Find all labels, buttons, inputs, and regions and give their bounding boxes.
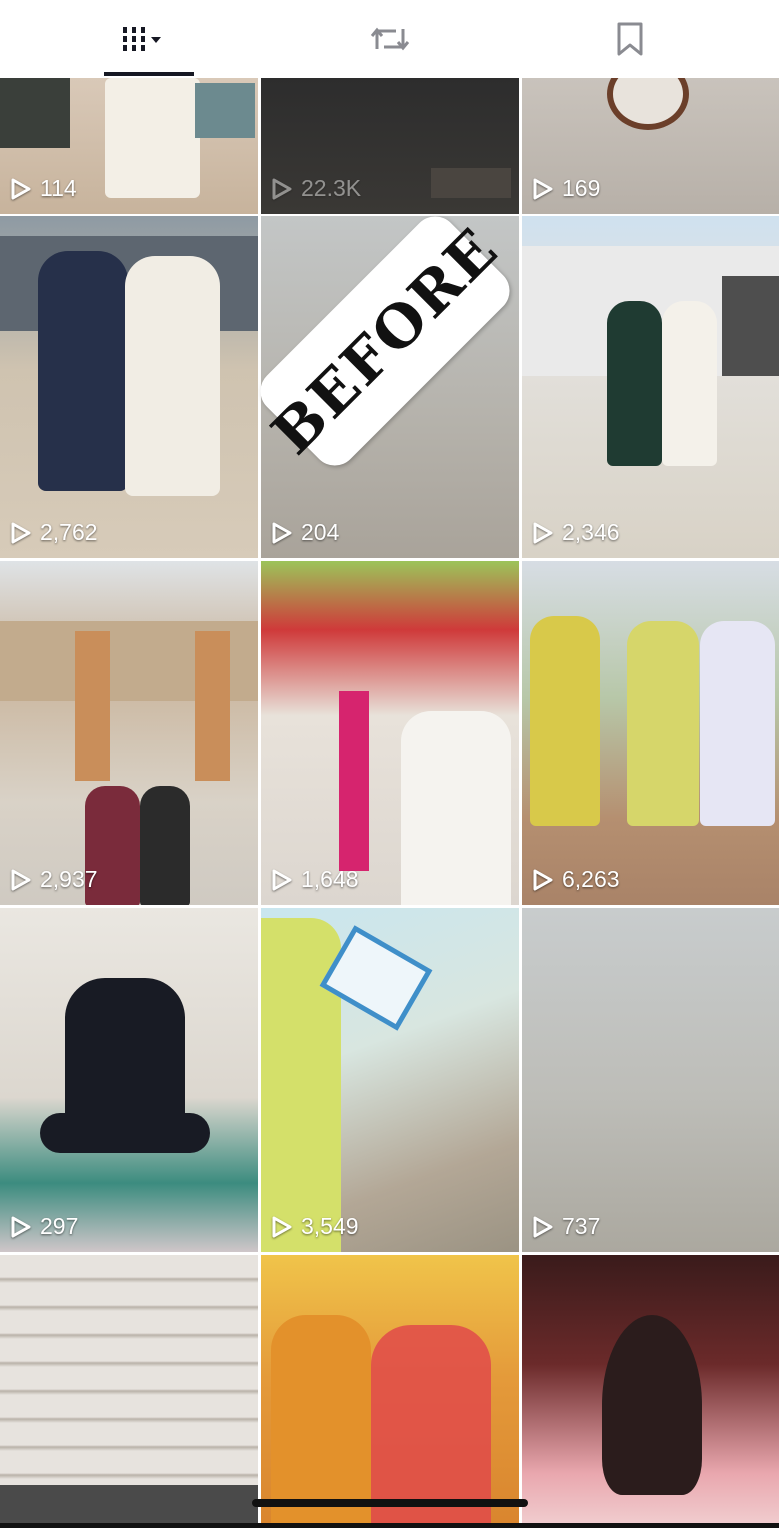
play-icon	[533, 178, 553, 199]
view-count: 114	[10, 175, 77, 202]
video-thumbnail[interactable]: 737	[522, 908, 779, 1252]
view-count: 6,263	[532, 866, 620, 893]
view-count: 737	[532, 1213, 600, 1240]
play-icon	[272, 869, 292, 890]
home-indicator[interactable]	[252, 1499, 528, 1507]
video-thumbnail[interactable]: 1,648	[261, 561, 519, 905]
video-thumbnail[interactable]	[522, 1255, 779, 1528]
profile-tab-bar	[0, 0, 779, 79]
play-icon	[533, 522, 553, 543]
tab-reposts[interactable]	[340, 0, 440, 78]
view-count: 22.3K	[271, 175, 361, 202]
video-thumbnail[interactable]: 2,762	[0, 216, 258, 558]
play-icon	[11, 1216, 31, 1237]
view-count: 2,346	[532, 519, 620, 546]
video-thumbnail[interactable]	[0, 1255, 258, 1528]
repost-icon	[370, 27, 410, 51]
play-icon	[272, 522, 292, 543]
video-thumbnail[interactable]	[261, 1255, 519, 1528]
active-tab-indicator	[104, 72, 194, 76]
play-icon	[272, 1216, 292, 1237]
view-count: 1,648	[271, 866, 359, 893]
videos-grid-icon	[123, 27, 161, 51]
tab-favorites[interactable]	[580, 0, 680, 78]
tab-videos[interactable]	[95, 0, 195, 78]
view-count: 297	[10, 1213, 78, 1240]
play-icon	[533, 869, 553, 890]
video-thumbnail[interactable]: 6,263	[522, 561, 779, 905]
video-thumbnail[interactable]: 169	[522, 78, 779, 214]
bookmark-icon	[617, 22, 643, 56]
view-count: 2,937	[10, 866, 98, 893]
video-thumbnail[interactable]: 3,549	[261, 908, 519, 1252]
view-count: 204	[271, 519, 339, 546]
view-count: 3,549	[271, 1213, 359, 1240]
chevron-down-icon	[151, 37, 161, 43]
play-icon	[533, 1216, 553, 1237]
play-icon	[11, 869, 31, 890]
view-count: 2,762	[10, 519, 98, 546]
bottom-edge	[0, 1523, 779, 1528]
video-thumbnail[interactable]: 2,346	[522, 216, 779, 558]
video-thumbnail[interactable]: 2,937	[0, 561, 258, 905]
video-thumbnail[interactable]: 114	[0, 78, 258, 214]
play-icon	[11, 178, 31, 199]
play-icon	[272, 178, 292, 199]
video-thumbnail[interactable]: 297	[0, 908, 258, 1252]
video-thumbnail[interactable]: 22.3K	[261, 78, 519, 214]
view-count: 169	[532, 175, 600, 202]
play-icon	[11, 522, 31, 543]
